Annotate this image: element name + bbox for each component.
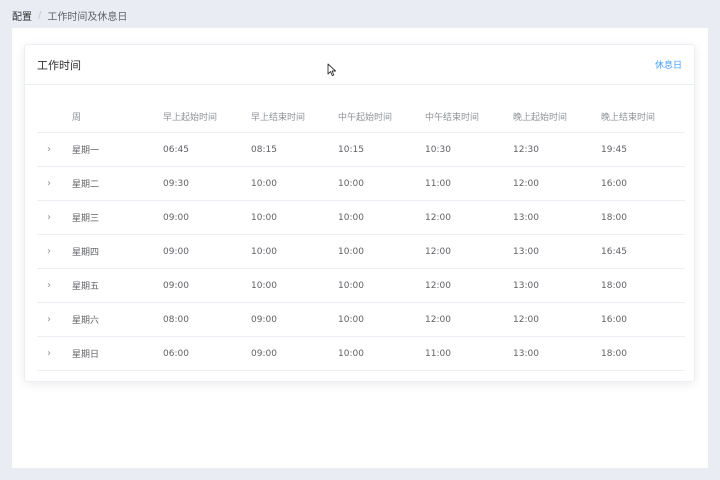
card-title: 工作时间: [37, 58, 81, 72]
cell-evening-start: 13:00: [513, 246, 539, 257]
column-header-evening-start: 晚上起始时间: [513, 113, 568, 123]
mouse-pointer-icon: [327, 63, 337, 77]
breadcrumb: 配置 / 工作时间及休息日: [12, 8, 128, 23]
cell-noon-start: 10:00: [338, 246, 364, 257]
cell-day: 星期一: [72, 146, 100, 156]
cell-evening-end: 16:00: [601, 314, 627, 325]
chevron-right-icon[interactable]: ›: [47, 314, 51, 325]
column-header-evening-end: 晚上结束时间: [601, 113, 656, 123]
chevron-right-icon[interactable]: ›: [47, 246, 51, 257]
row-expand-toggle[interactable]: ›: [37, 348, 72, 359]
cell-morning-start: 06:00: [163, 348, 189, 359]
table-row[interactable]: › 星期三 09:00 10:00 10:00 12:00 13:00 18:00: [37, 201, 685, 235]
cell-morning-end: 10:00: [251, 280, 277, 291]
cell-noon-end: 12:00: [425, 212, 451, 223]
cell-noon-start: 10:00: [338, 314, 364, 325]
breadcrumb-current: 工作时间及休息日: [47, 11, 128, 23]
work-hours-table: 周 早上起始时间 早上结束时间 中午起始时间 中午结束时间 晚上起始时间 晚上结…: [37, 101, 685, 371]
cell-evening-end: 18:00: [601, 348, 627, 359]
cell-noon-end: 11:00: [425, 178, 451, 189]
cell-morning-end: 10:00: [251, 178, 277, 189]
row-expand-toggle[interactable]: ›: [37, 314, 72, 325]
cell-day: 星期五: [72, 282, 100, 292]
work-hours-card: 工作时间 休息日 周 早上起始时间 早上结束时间 中午起始时间 中午结束时间 晚…: [24, 44, 695, 382]
cell-noon-start: 10:00: [338, 348, 364, 359]
table-body: › 星期一 06:45 08:15 10:15 10:30 12:30 19:45 › 星期二 09…: [37, 133, 685, 371]
breadcrumb-root[interactable]: 配置: [12, 8, 32, 23]
cell-evening-start: 13:00: [513, 280, 539, 291]
table-row[interactable]: › 星期一 06:45 08:15 10:15 10:30 12:30 19:45: [37, 133, 685, 167]
cell-noon-end: 12:00: [425, 314, 451, 325]
holidays-link[interactable]: 休息日: [655, 58, 682, 71]
cell-evening-start: 12:00: [513, 314, 539, 325]
table-header-row: 周 早上起始时间 早上结束时间 中午起始时间 中午结束时间 晚上起始时间 晚上结…: [37, 101, 685, 133]
chevron-right-icon[interactable]: ›: [47, 144, 51, 155]
table-row[interactable]: › 星期四 09:00 10:00 10:00 12:00 13:00 16:45: [37, 235, 685, 269]
main-content: 工作时间 休息日 周 早上起始时间 早上结束时间 中午起始时间 中午结束时间 晚…: [12, 28, 708, 468]
cell-evening-start: 12:00: [513, 178, 539, 189]
card-header: 工作时间 休息日: [25, 45, 694, 85]
row-expand-toggle[interactable]: ›: [37, 280, 72, 291]
table-row[interactable]: › 星期六 08:00 09:00 10:00 12:00 12:00 16:00: [37, 303, 685, 337]
cell-noon-start: 10:15: [338, 144, 364, 155]
cell-evening-end: 19:45: [601, 144, 627, 155]
cell-morning-start: 06:45: [163, 144, 189, 155]
cell-morning-start: 09:00: [163, 246, 189, 257]
cell-evening-end: 18:00: [601, 212, 627, 223]
cell-noon-start: 10:00: [338, 280, 364, 291]
column-header-noon-start: 中午起始时间: [338, 113, 393, 123]
column-header-noon-end: 中午结束时间: [425, 113, 480, 123]
cell-day: 星期三: [72, 214, 100, 224]
row-expand-toggle[interactable]: ›: [37, 144, 72, 155]
row-expand-toggle[interactable]: ›: [37, 212, 72, 223]
cell-evening-end: 18:00: [601, 280, 627, 291]
column-header-morning-start: 早上起始时间: [163, 113, 218, 123]
cell-noon-end: 10:30: [425, 144, 451, 155]
cell-evening-end: 16:45: [601, 246, 627, 257]
cell-noon-start: 10:00: [338, 212, 364, 223]
table-row[interactable]: › 星期日 06:00 09:00 10:00 11:00 13:00 18:00: [37, 337, 685, 371]
cell-noon-end: 12:00: [425, 280, 451, 291]
cell-morning-end: 09:00: [251, 314, 277, 325]
chevron-right-icon[interactable]: ›: [47, 348, 51, 359]
cell-noon-start: 10:00: [338, 178, 364, 189]
cell-morning-start: 09:30: [163, 178, 189, 189]
cell-evening-start: 13:00: [513, 212, 539, 223]
cell-evening-start: 12:30: [513, 144, 539, 155]
chevron-right-icon[interactable]: ›: [47, 178, 51, 189]
cell-morning-start: 09:00: [163, 212, 189, 223]
cell-morning-end: 09:00: [251, 348, 277, 359]
cell-morning-start: 08:00: [163, 314, 189, 325]
column-header-morning-end: 早上结束时间: [251, 113, 306, 123]
cell-noon-end: 12:00: [425, 246, 451, 257]
cell-morning-start: 09:00: [163, 280, 189, 291]
row-expand-toggle[interactable]: ›: [37, 246, 72, 257]
cell-day: 星期四: [72, 248, 100, 258]
cell-day: 星期二: [72, 180, 100, 190]
cell-morning-end: 10:00: [251, 212, 277, 223]
cell-morning-end: 08:15: [251, 144, 277, 155]
column-header-day: 周: [72, 113, 82, 123]
chevron-right-icon[interactable]: ›: [47, 212, 51, 223]
cell-noon-end: 11:00: [425, 348, 451, 359]
row-expand-toggle[interactable]: ›: [37, 178, 72, 189]
chevron-right-icon[interactable]: ›: [47, 280, 51, 291]
table-row[interactable]: › 星期二 09:30 10:00 10:00 11:00 12:00 16:00: [37, 167, 685, 201]
cell-evening-start: 13:00: [513, 348, 539, 359]
breadcrumb-separator: /: [38, 9, 42, 21]
cell-day: 星期六: [72, 316, 100, 326]
table-row[interactable]: › 星期五 09:00 10:00 10:00 12:00 13:00 18:00: [37, 269, 685, 303]
cell-evening-end: 16:00: [601, 178, 627, 189]
cell-day: 星期日: [72, 350, 100, 360]
cell-morning-end: 10:00: [251, 246, 277, 257]
